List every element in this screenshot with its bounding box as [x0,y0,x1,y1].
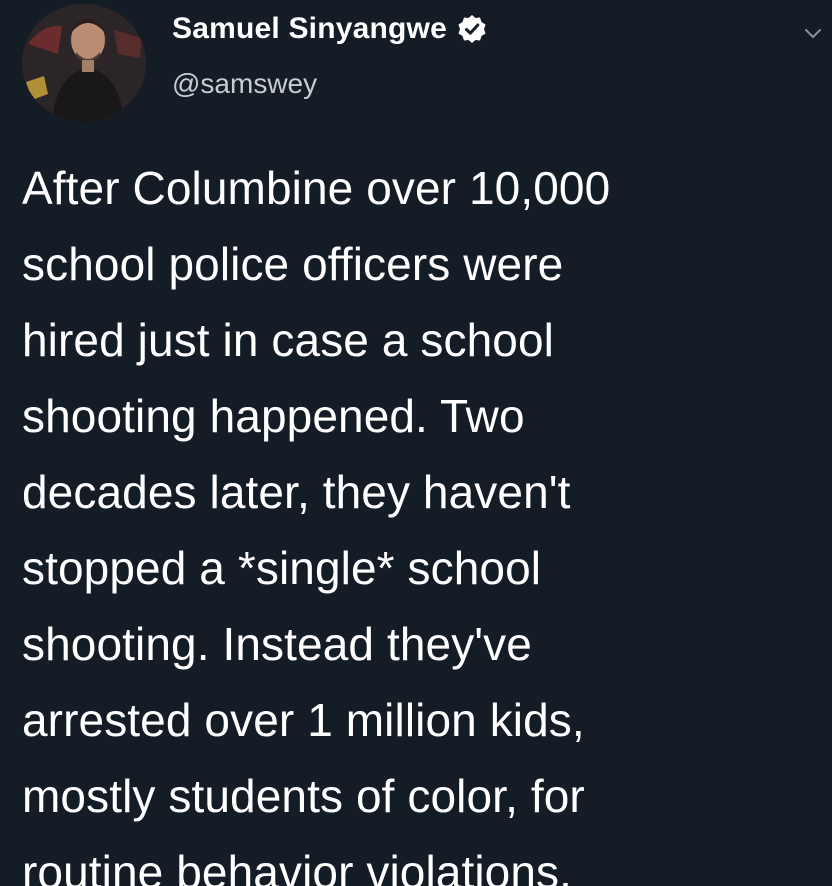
tweet-text-line: hired just in case a school [22,314,554,366]
tweet-text-line: mostly students of color, for [22,770,585,822]
avatar-image [22,4,146,122]
tweet-text-line: shooting happened. Two [22,390,525,442]
display-name[interactable]: Samuel Sinyangwe [172,12,447,46]
tweet-text-line: decades later, they haven't [22,466,571,518]
user-handle[interactable]: @samswey [172,68,317,100]
tweet-text-line: school police officers were [22,238,564,290]
name-row: Samuel Sinyangwe [172,12,487,46]
tweet-text: After Columbine over 10,000 school polic… [22,150,822,886]
tweet-text-line: stopped a *single* school [22,542,542,594]
tweet-text-line: After Columbine over 10,000 [22,162,611,214]
tweet-text-line: shooting. Instead they've [22,618,532,670]
tweet-card: Samuel Sinyangwe @samswey After Columbin… [0,0,832,886]
tweet-text-line: arrested over 1 million kids, [22,694,585,746]
verified-badge-icon [457,14,487,44]
tweet-header: Samuel Sinyangwe @samswey [22,4,832,122]
chevron-down-icon[interactable] [802,22,824,44]
avatar[interactable] [22,4,146,122]
tweet-text-line: routine behavior violations. [22,846,573,886]
